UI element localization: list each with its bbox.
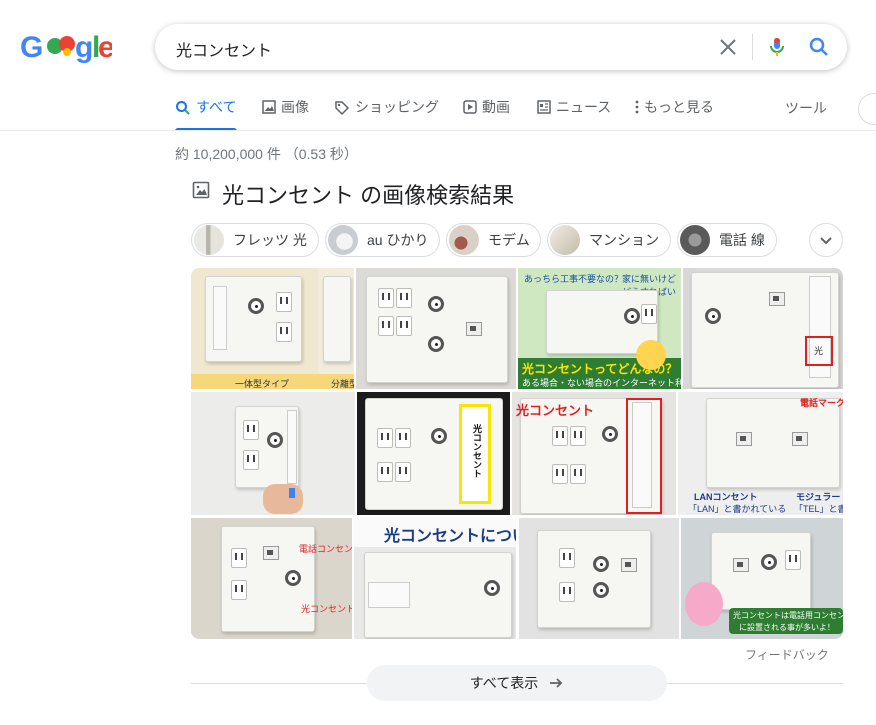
tab-all[interactable]: すべて	[175, 98, 237, 131]
image-result-9[interactable]: 電話コンセント 光コンセント	[191, 518, 352, 639]
chip-flets-hikari[interactable]: フレッツ 光	[191, 223, 319, 257]
chip-au-hikari[interactable]: au ひかり	[325, 223, 440, 257]
tools-button[interactable]: ツール	[785, 98, 827, 118]
clear-icon[interactable]	[718, 37, 738, 57]
image-result-1[interactable]: 一体型タイプ 分離型タ	[191, 268, 354, 389]
google-doodle-logo[interactable]: G g l e	[20, 28, 115, 64]
play-icon	[463, 100, 477, 114]
thumb-caption: あっちら工事不要なの？	[524, 274, 624, 284]
image-result-4[interactable]: 光	[683, 268, 843, 389]
thumb-caption: ある場合・ない場合のインターネット利用法	[522, 378, 681, 388]
chip-thumbnail	[328, 225, 358, 255]
more-vert-icon	[635, 100, 639, 114]
chip-thumbnail	[194, 225, 224, 255]
tab-more[interactable]: もっと見る	[635, 98, 714, 130]
thumb-caption: 光コンセント	[472, 424, 482, 478]
thumb-caption: 一体型タイプ	[235, 379, 290, 389]
image-result-3[interactable]: あっちら工事不要なの？ 家に無いけど どうすればいい？ 光コンセントってどんなの…	[518, 268, 681, 389]
show-all-images-button[interactable]: すべて表示	[367, 665, 667, 701]
thumb-caption: 光	[814, 346, 824, 356]
tab-videos[interactable]: 動画	[463, 98, 510, 130]
thumb-caption: 光コンセントについ	[384, 528, 516, 545]
thumb-caption: 光コンセント	[301, 604, 352, 614]
feedback-link[interactable]: フィードバック	[745, 646, 829, 663]
logo-letter-g: G	[20, 31, 43, 64]
chip-phone-line[interactable]: 電話 線	[677, 223, 777, 257]
search-box[interactable]: 光コンセント	[155, 24, 847, 70]
chip-thumbnail	[680, 225, 710, 255]
newspaper-icon	[537, 100, 551, 114]
thumb-caption: 分離型タ	[331, 379, 354, 389]
image-result-11[interactable]	[519, 518, 679, 639]
chip-mansion[interactable]: マンション	[547, 223, 671, 257]
tab-images[interactable]: 画像	[262, 98, 309, 130]
tab-shopping[interactable]: ショッピング	[334, 98, 439, 130]
logo-letter-e: e	[98, 31, 112, 64]
image-icon	[262, 100, 276, 114]
result-stats: 約 10,200,000 件 （0.53 秒）	[175, 146, 358, 162]
image-icon	[192, 181, 210, 204]
thumb-caption: 電話コンセント	[299, 544, 352, 554]
logo-letter-g2: g	[75, 31, 93, 64]
image-result-10[interactable]: 光コンセントについ	[354, 518, 516, 639]
microphone-icon[interactable]	[765, 35, 789, 59]
search-icon[interactable]	[807, 35, 831, 59]
chips-expand-button[interactable]	[809, 223, 843, 257]
chip-thumbnail	[449, 225, 479, 255]
safesearch-toggle[interactable]	[858, 93, 876, 125]
search-input[interactable]: 光コンセント	[176, 37, 272, 61]
tag-icon	[335, 101, 350, 116]
thumb-caption: 「LAN」と書かれている	[688, 504, 787, 514]
header-divider	[0, 130, 876, 131]
search-icon	[176, 101, 190, 115]
image-result-2[interactable]	[356, 268, 516, 389]
image-result-6[interactable]: 光コンセント	[357, 392, 510, 515]
tab-news[interactable]: ニュース	[537, 98, 611, 130]
thumb-caption: 光コンセントは電話用コンセント近く	[733, 611, 843, 620]
chip-thumbnail	[550, 225, 580, 255]
image-result-5[interactable]	[191, 392, 355, 515]
thumb-caption: 光コンセント	[516, 403, 595, 418]
search-divider	[752, 34, 753, 60]
image-result-8[interactable]: 電話マーク LANコンセント 「LAN」と書かれている モジュラー 「TEL」と…	[678, 392, 843, 515]
arrow-right-icon	[550, 678, 563, 688]
images-block-title[interactable]: 光コンセント の画像検索結果	[222, 178, 514, 210]
thumb-caption: に設置される事が多いよ！	[739, 623, 835, 632]
image-results-grid: 一体型タイプ 分離型タ あっちら工事不要なの？ 家に無いけど どうすればいい？ …	[191, 268, 843, 639]
image-result-7[interactable]: 光コンセント	[512, 392, 676, 515]
chip-modem[interactable]: モデム	[446, 223, 541, 257]
thumb-caption: 「TEL」と書	[794, 504, 843, 514]
thumb-caption: 電話マーク	[800, 398, 843, 408]
image-result-12[interactable]: 光コンセントは電話用コンセント近く に設置される事が多いよ！	[681, 518, 843, 639]
chevron-down-icon	[820, 237, 832, 245]
